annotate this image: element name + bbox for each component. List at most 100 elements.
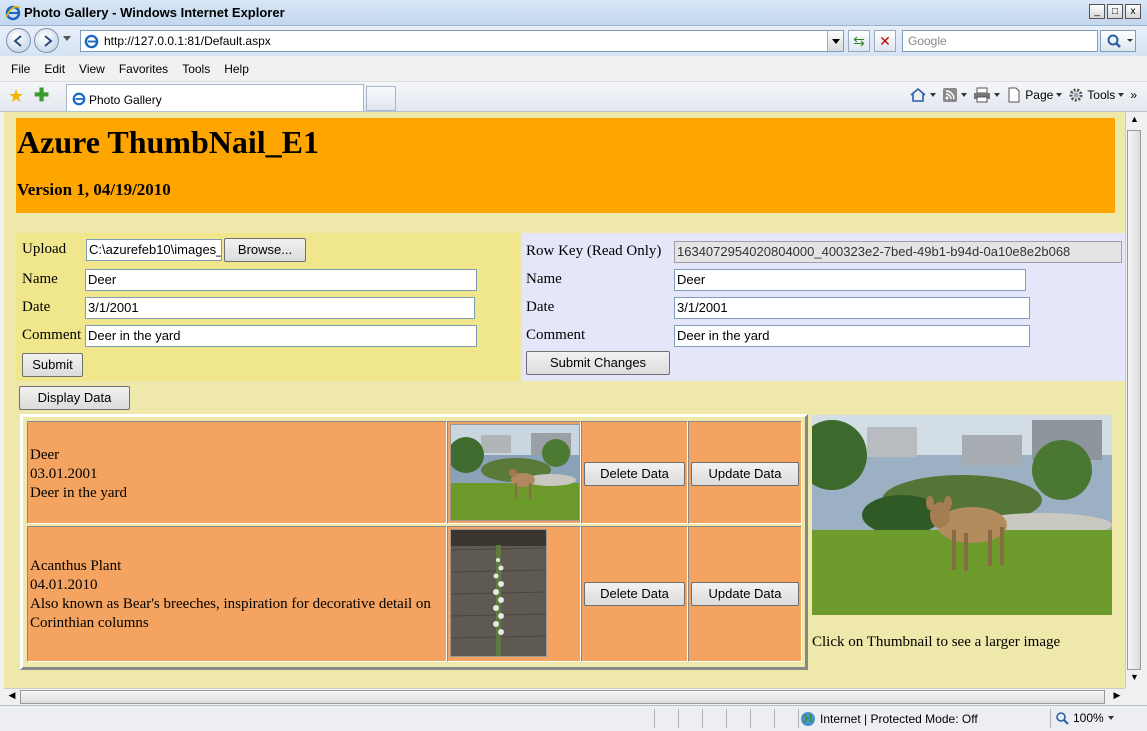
upload-label: Upload [22, 241, 67, 257]
url-text: http://127.0.0.1:81/Default.aspx [104, 34, 271, 48]
navigation-bar: http://127.0.0.1:81/Default.aspx ⇆ ✕ Goo… [0, 26, 1147, 56]
table-row-1-delete-cell: Delete Data [581, 421, 688, 524]
close-button[interactable]: x [1125, 4, 1141, 19]
submit-changes-button[interactable]: Submit Changes [526, 351, 670, 375]
deer-thumbnail[interactable] [450, 424, 580, 521]
stop-button[interactable]: ✕ [874, 30, 896, 52]
menu-bar: File Edit View Favorites Tools Help [0, 56, 1147, 82]
back-button[interactable] [6, 28, 31, 53]
update-data-button[interactable]: Update Data [691, 582, 799, 606]
status-bar: Internet | Protected Mode: Off 100% [0, 705, 1147, 731]
browse-button[interactable]: Browse... [224, 238, 306, 262]
menu-tools[interactable]: Tools [182, 62, 210, 76]
horizontal-scroll-thumb[interactable] [20, 690, 1105, 704]
forward-button[interactable] [34, 28, 59, 53]
zoom-control[interactable]: 100% [1055, 711, 1114, 725]
edit-comment-label: Comment [526, 327, 586, 343]
address-dropdown[interactable] [827, 31, 843, 51]
search-input[interactable]: Google [902, 30, 1098, 52]
zone-text: Internet | Protected Mode: Off [820, 712, 978, 726]
menu-file[interactable]: File [11, 62, 30, 76]
page-version: Version 1, 04/19/2010 [17, 180, 171, 199]
name-input[interactable]: Deer [85, 269, 477, 291]
row-2-comment: Also known as Bear's breeches, inspirati… [30, 596, 431, 631]
new-tab-button[interactable] [366, 86, 396, 111]
menu-help[interactable]: Help [224, 62, 249, 76]
edit-date-input[interactable]: 3/1/2001 [674, 297, 1030, 319]
edit-name-label: Name [526, 271, 562, 287]
submit-button[interactable]: Submit [22, 353, 83, 377]
minimize-button[interactable]: _ [1089, 4, 1105, 19]
status-divider [750, 709, 751, 728]
menu-view[interactable]: View [79, 62, 105, 76]
row-2-date: 04.01.2010 [30, 577, 98, 593]
row-1-name: Deer [30, 447, 60, 463]
maximize-button[interactable]: □ [1107, 4, 1123, 19]
row-1-date: 03.01.2001 [30, 466, 98, 482]
comment-input[interactable]: Deer in the yard [85, 325, 477, 347]
chevron-down-icon [961, 93, 968, 97]
menu-edit[interactable]: Edit [44, 62, 65, 76]
scroll-left-icon[interactable]: ◀ [6, 690, 18, 701]
feeds-button[interactable] [942, 87, 968, 103]
scroll-up-icon[interactable]: ▲ [1128, 114, 1141, 128]
horizontal-scrollbar[interactable]: ◀ ▶ [4, 688, 1125, 705]
history-dropdown[interactable] [63, 36, 71, 41]
row-2-name: Acanthus Plant [30, 558, 122, 574]
edit-name-input[interactable]: Deer [674, 269, 1026, 291]
comment-label: Comment [22, 327, 82, 343]
deer-photo-icon [451, 425, 579, 520]
delete-data-button[interactable]: Delete Data [584, 462, 685, 486]
edit-comment-input[interactable]: Deer in the yard [674, 325, 1030, 347]
refresh-button[interactable]: ⇆ [848, 30, 870, 52]
table-row-2-delete-cell: Delete Data [581, 526, 688, 662]
zoom-icon [1056, 712, 1069, 725]
status-divider [702, 709, 703, 728]
add-favorite-icon[interactable]: ✚ [34, 86, 49, 104]
zoom-level: 100% [1073, 711, 1104, 725]
rowkey-label: Row Key (Read Only) [526, 243, 662, 259]
upload-file-input[interactable]: C:\azurefeb10\images_ [86, 239, 222, 261]
home-button[interactable] [909, 87, 937, 103]
gear-icon [1069, 88, 1083, 102]
address-field[interactable]: http://127.0.0.1:81/Default.aspx [80, 30, 844, 52]
vertical-scroll-thumb[interactable] [1127, 130, 1141, 670]
status-divider [1050, 709, 1051, 728]
scroll-right-icon[interactable]: ▶ [1111, 690, 1123, 701]
favorites-star-icon[interactable]: ★ [8, 87, 24, 105]
date-input[interactable]: 3/1/2001 [85, 297, 475, 319]
print-button[interactable] [973, 87, 1001, 103]
edit-date-label: Date [526, 299, 555, 315]
tab-bar: ★ ✚ Photo Gallery Page Tools » [0, 82, 1147, 112]
printer-icon [974, 87, 991, 103]
acanthus-thumbnail[interactable] [450, 529, 547, 657]
edit-panel: Row Key (Read Only) 1634072954020804000_… [522, 233, 1125, 381]
menu-favorites[interactable]: Favorites [119, 62, 168, 76]
vertical-scrollbar[interactable]: ▲ ▼ [1125, 112, 1142, 688]
rss-icon [943, 88, 958, 102]
display-data-button[interactable]: Display Data [19, 386, 130, 410]
table-row-1-info: Deer 03.01.2001 Deer in the yard [27, 421, 447, 524]
table-row-2-info: Acanthus Plant 04.01.2010 Also known as … [27, 526, 447, 662]
table-row-2-update-cell: Update Data [688, 526, 802, 662]
scroll-down-icon[interactable]: ▼ [1128, 672, 1141, 686]
search-button[interactable] [1100, 30, 1136, 52]
security-zone[interactable]: Internet | Protected Mode: Off [800, 711, 978, 727]
tab-photo-gallery[interactable]: Photo Gallery [66, 84, 364, 111]
large-image-preview [812, 415, 1112, 615]
search-icon [1107, 34, 1133, 48]
update-data-button[interactable]: Update Data [691, 462, 799, 486]
page-title: Azure ThumbNail_E1 [17, 124, 319, 160]
tab-label: Photo Gallery [89, 93, 162, 107]
table-row-1-thumb-cell [447, 421, 581, 524]
chevron-down-icon [1107, 716, 1114, 720]
chevron-down-icon [930, 93, 937, 97]
page-menu-button[interactable]: Page [1006, 87, 1063, 103]
tools-menu-button[interactable]: Tools [1068, 87, 1125, 103]
delete-data-button[interactable]: Delete Data [584, 582, 685, 606]
ie-tab-icon [72, 92, 86, 106]
more-chevron-icon[interactable]: » [1130, 88, 1137, 102]
rowkey-field: 1634072954020804000_400323e2-7bed-49b1-b… [674, 241, 1122, 263]
table-row-2-thumb-cell [447, 526, 581, 662]
ie-logo-icon [5, 5, 21, 21]
